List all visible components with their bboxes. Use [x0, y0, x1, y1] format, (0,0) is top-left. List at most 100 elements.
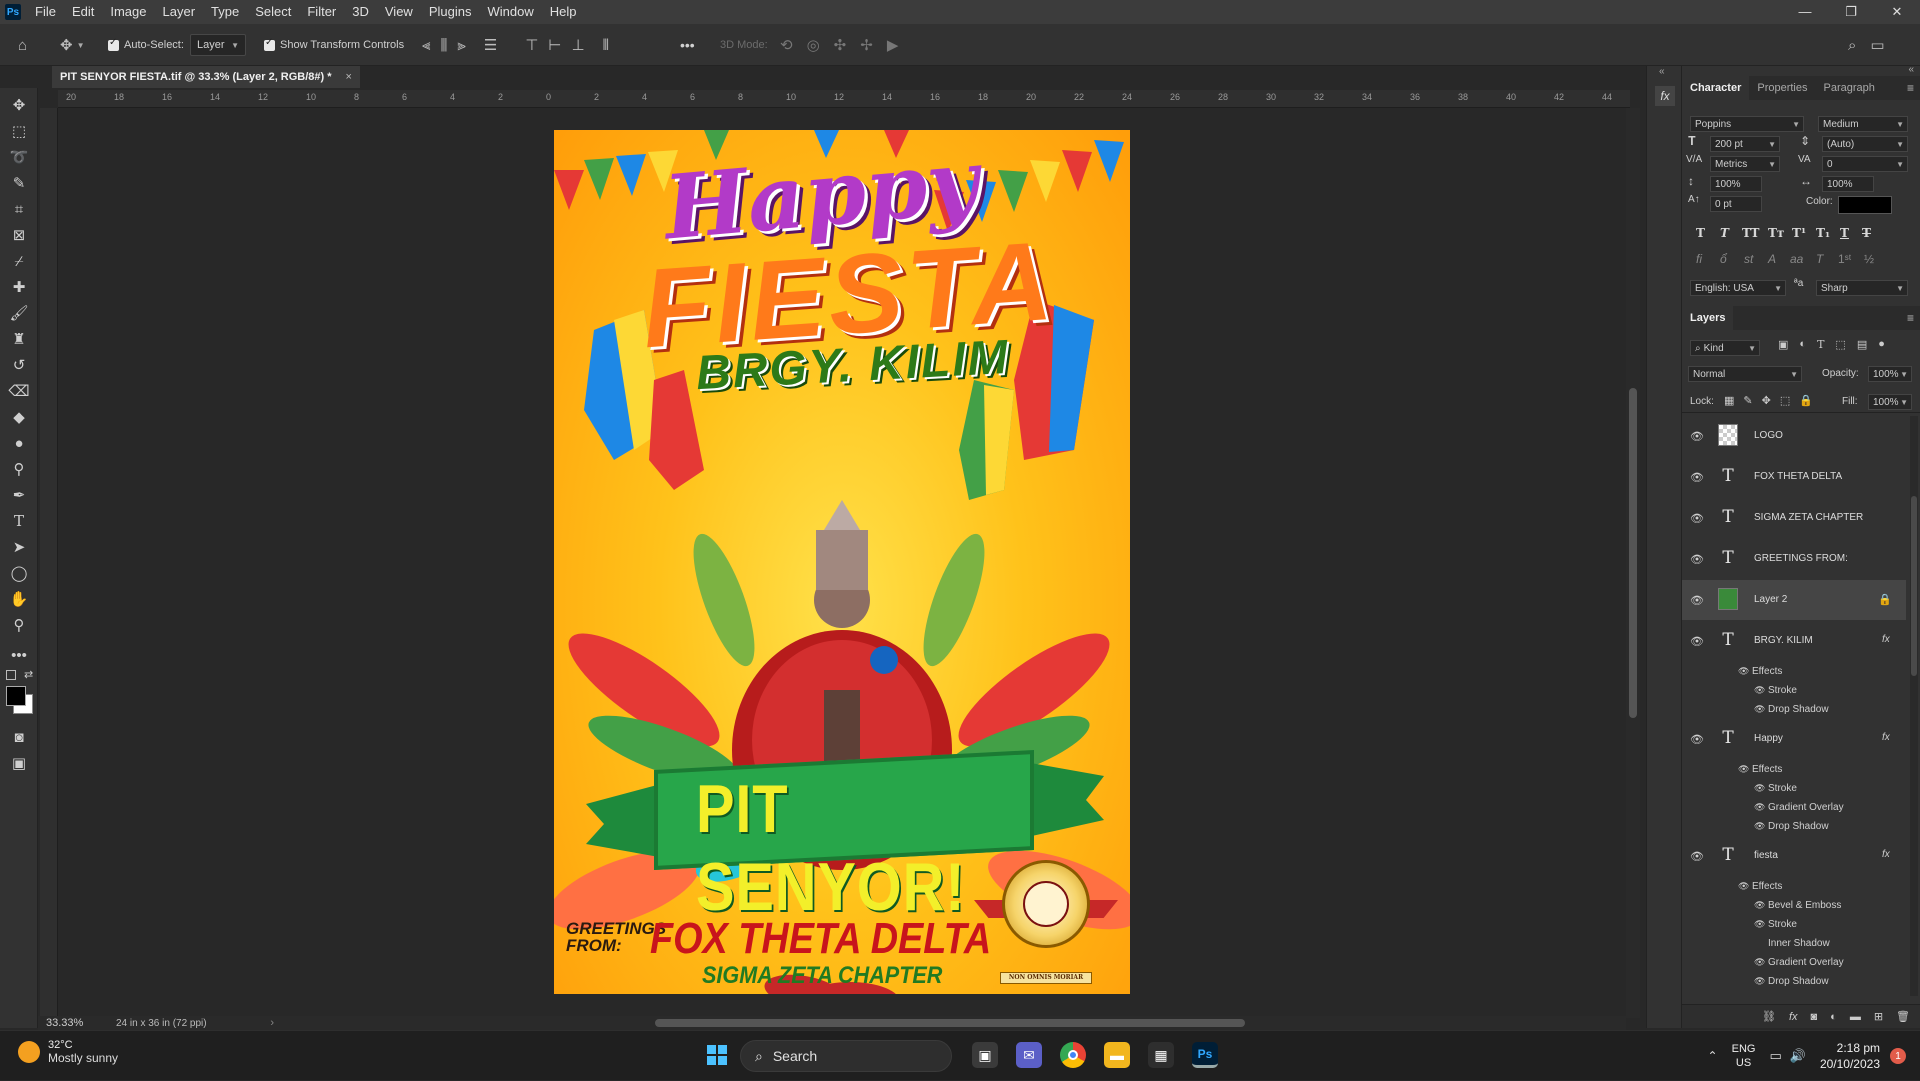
menu-window[interactable]: Window [479, 0, 541, 24]
visibility-eye-icon[interactable]: 👁 [1754, 900, 1765, 911]
menu-select[interactable]: Select [247, 0, 299, 24]
notification-badge[interactable]: 1 [1890, 1048, 1906, 1064]
styles-fx-icon[interactable]: fx [1655, 86, 1675, 106]
chevron-down-icon[interactable]: ▼ [77, 41, 85, 50]
effects-label[interactable]: 👁 Effects [1738, 666, 1782, 677]
tab-layers[interactable]: Layers [1682, 306, 1734, 330]
clock[interactable]: 2:18 pm 20/10/2023 [1820, 1040, 1880, 1072]
restore-icon[interactable]: ❐ [1828, 0, 1874, 24]
document-info[interactable]: 24 in x 36 in (72 ppi) [116, 1018, 207, 1029]
layers-scroll-thumb[interactable] [1911, 496, 1917, 676]
3d-slide-icon[interactable]: ✢ [860, 36, 873, 54]
collapse-right-icon[interactable]: « [1908, 64, 1914, 75]
lock-transparent-icon[interactable]: ▦ [1724, 394, 1734, 407]
zoom-level[interactable]: 33.33% [46, 1017, 116, 1029]
menu-type[interactable]: Type [203, 0, 247, 24]
fx-icon[interactable]: fx [1882, 732, 1890, 743]
font-size-field[interactable]: 200 pt ▼ [1710, 136, 1780, 152]
teams-chat-icon[interactable]: ✉ [1016, 1042, 1042, 1068]
distribute-icon[interactable]: ☰ [484, 36, 497, 54]
all-caps-icon[interactable]: TT [1742, 226, 1759, 240]
3d-camera-icon[interactable]: ▶ [887, 36, 899, 54]
taskbar-search[interactable]: ⌕ Search [740, 1040, 952, 1072]
windows-start-icon[interactable] [704, 1042, 730, 1068]
menu-3d[interactable]: 3D [344, 0, 377, 24]
text-color-swatch[interactable] [1838, 196, 1892, 214]
path-selection-tool-icon[interactable]: ➤ [8, 536, 30, 558]
lasso-tool-icon[interactable]: ➰ [8, 146, 30, 168]
menu-image[interactable]: Image [102, 0, 154, 24]
close-icon[interactable]: ✕ [1874, 0, 1920, 24]
paint-bucket-tool-icon[interactable]: ◆ [8, 406, 30, 428]
move-tool-preset-icon[interactable]: ✥ [60, 36, 73, 54]
lock-all-icon[interactable]: 🔒 [1799, 394, 1813, 407]
foreground-color-swatch[interactable] [6, 686, 26, 706]
eraser-tool-icon[interactable]: ⌫ [8, 380, 30, 402]
layer-row-brgy-kilim[interactable]: 👁 T BRGY. KILIM fx [1682, 621, 1906, 661]
visibility-eye-icon[interactable]: 👁 [1754, 919, 1765, 930]
swap-colors-icon[interactable]: ⇄ [24, 668, 33, 681]
layer-row-sigma-zeta-chapter[interactable]: 👁 T SIGMA ZETA CHAPTER [1682, 498, 1906, 538]
home-icon[interactable]: ⌂ [18, 37, 27, 54]
visibility-eye-icon[interactable]: 👁 [1738, 666, 1749, 677]
filter-adjustment-icon[interactable]: ◐ [1799, 338, 1806, 351]
tray-overflow-icon[interactable]: ⌃ [1708, 1049, 1718, 1063]
visibility-eye-icon[interactable]: 👁 [1690, 635, 1704, 648]
menu-help[interactable]: Help [542, 0, 585, 24]
strikethrough-icon[interactable]: T [1862, 226, 1871, 240]
layers-menu-icon[interactable]: ≡ [1907, 311, 1914, 325]
effect-drop-shadow[interactable]: 👁 Drop Shadow [1754, 976, 1829, 987]
distribute-vertical-icon[interactable]: ⦀ [603, 37, 610, 54]
effects-label[interactable]: 👁 Effects [1738, 764, 1782, 775]
filter-pixel-icon[interactable]: ▣ [1778, 338, 1788, 351]
3d-orbit-icon[interactable]: ⟲ [780, 36, 793, 54]
menu-plugins[interactable]: Plugins [421, 0, 480, 24]
new-group-icon[interactable]: ▬ [1850, 1011, 1861, 1023]
eyedropper-tool-icon[interactable]: ⌿ [8, 250, 30, 272]
frame-tool-icon[interactable]: ⊠ [8, 224, 30, 246]
effect-drop-shadow[interactable]: 👁 Drop Shadow [1754, 821, 1829, 832]
visibility-eye-icon[interactable]: 👁 [1754, 704, 1765, 715]
brush-tool-icon[interactable]: 🖌 [8, 302, 30, 324]
menu-file[interactable]: File [27, 0, 64, 24]
align-left-icon[interactable]: ⫷ [422, 37, 430, 54]
blur-tool-icon[interactable]: ● [8, 432, 30, 454]
auto-select-dropdown[interactable]: Layer ▼ [190, 34, 246, 56]
menu-layer[interactable]: Layer [155, 0, 204, 24]
tab-properties[interactable]: Properties [1749, 76, 1815, 100]
visibility-eye-icon[interactable]: 👁 [1754, 976, 1765, 987]
fill-field[interactable]: 100% ▼ [1868, 394, 1912, 410]
baseline-shift-field[interactable]: 0 pt [1710, 196, 1762, 212]
effects-label[interactable]: 👁 Effects [1738, 881, 1782, 892]
weather-widget[interactable]: 32°C Mostly sunny [18, 1039, 118, 1065]
ligatures-icon[interactable]: fi [1696, 252, 1702, 266]
screen-mode-icon[interactable]: ▣ [8, 752, 30, 774]
antialias-dropdown[interactable]: Sharp ▼ [1816, 280, 1908, 296]
auto-select-checkbox[interactable]: Auto-Select: [108, 24, 184, 66]
align-bottom-icon[interactable]: ⊥ [571, 36, 584, 54]
checkbox-icon[interactable] [264, 37, 275, 51]
visibility-eye-icon[interactable]: 👁 [1690, 594, 1704, 607]
visibility-eye-icon[interactable]: 👁 [1690, 512, 1704, 525]
vertical-scale-field[interactable]: 100% [1710, 176, 1762, 192]
font-style-dropdown[interactable]: Medium ▼ [1818, 116, 1908, 132]
filter-shape-icon[interactable]: ⬚ [1835, 338, 1845, 351]
visibility-eye-icon[interactable]: 👁 [1690, 733, 1704, 746]
network-icon[interactable]: ▭ [1769, 1048, 1781, 1064]
volume-icon[interactable]: 🔊 [1790, 1048, 1806, 1064]
vertical-scrollbar[interactable] [1626, 108, 1640, 1018]
more-options-icon[interactable]: ••• [680, 37, 695, 53]
menu-filter[interactable]: Filter [299, 0, 344, 24]
align-center-icon[interactable]: ⫼ [440, 37, 447, 54]
status-chevron-icon[interactable]: › [270, 1017, 274, 1029]
add-mask-icon[interactable]: ◙ [1811, 1011, 1818, 1023]
visibility-eye-icon[interactable]: 👁 [1738, 881, 1749, 892]
filter-type-icon[interactable]: T [1817, 338, 1824, 351]
align-right-icon[interactable]: ⫸ [457, 37, 465, 54]
lock-artboard-icon[interactable]: ⬚ [1780, 394, 1790, 407]
layer-row-fox-theta-delta[interactable]: 👁 T FOX THETA DELTA [1682, 457, 1906, 497]
healing-brush-tool-icon[interactable]: ✚ [8, 276, 30, 298]
horizontal-scroll-thumb[interactable] [655, 1019, 1245, 1027]
collapse-panels-icon[interactable]: « [1659, 66, 1665, 77]
blend-mode-dropdown[interactable]: Normal ▼ [1688, 366, 1802, 382]
